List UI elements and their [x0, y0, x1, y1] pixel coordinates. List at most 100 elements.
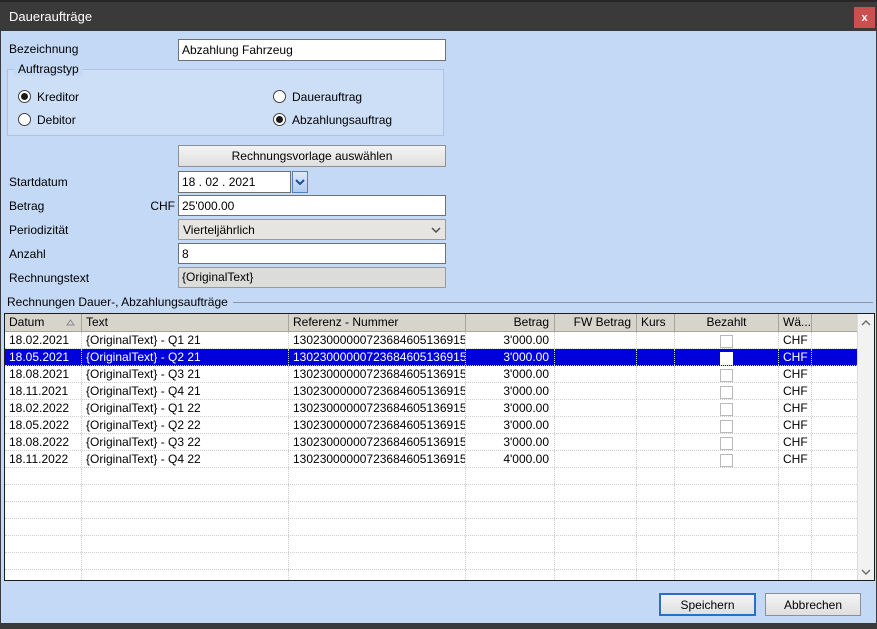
cell-filler	[812, 332, 857, 348]
startdatum-label: Startdatum	[9, 175, 68, 189]
table-row[interactable]: 18.02.2021{OriginalText} - Q1 2113023000…	[5, 332, 857, 349]
close-icon: x	[861, 12, 867, 24]
cell-filler	[812, 485, 857, 501]
periodizitaet-select[interactable]: Vierteljährlich	[178, 219, 446, 240]
radio-debitor-label: Debitor	[37, 113, 76, 127]
periodizitaet-value: Vierteljährlich	[183, 223, 431, 237]
cell-text	[82, 536, 289, 552]
table-row[interactable]: 18.11.2021{OriginalText} - Q4 2113023000…	[5, 383, 857, 400]
cell-text	[82, 570, 289, 580]
cell-text	[82, 519, 289, 535]
radio-kreditor-label: Kreditor	[37, 90, 79, 104]
cell-datum: 18.11.2021	[5, 383, 82, 399]
cell-referenz	[289, 553, 466, 569]
bezahlt-checkbox[interactable]	[720, 386, 733, 399]
column-header-fw-betrag[interactable]: FW Betrag	[555, 314, 637, 331]
invoice-table-header: Datum Text Referenz - Nummer Betrag FW B…	[5, 314, 857, 332]
column-header-betrag[interactable]: Betrag	[466, 314, 555, 331]
cell-kurs	[637, 519, 675, 535]
table-row[interactable]: 18.08.2022{OriginalText} - Q3 2213023000…	[5, 434, 857, 451]
cell-text	[82, 553, 289, 569]
bezahlt-checkbox[interactable]	[720, 352, 733, 365]
cell-referenz: 130230000007236846051369150	[289, 434, 466, 450]
cell-betrag	[466, 570, 555, 580]
cell-waehrung: CHF	[779, 434, 812, 450]
chevron-up-icon	[861, 320, 871, 326]
column-header-text[interactable]: Text	[82, 314, 289, 331]
table-row[interactable]: 18.08.2021{OriginalText} - Q3 2113023000…	[5, 366, 857, 383]
column-header-referenz[interactable]: Referenz - Nummer	[289, 314, 466, 331]
radio-debitor[interactable]	[18, 113, 31, 126]
cell-filler	[812, 400, 857, 416]
cell-kurs	[637, 485, 675, 501]
cell-bezahlt	[675, 383, 779, 399]
radio-abzahlungsauftrag[interactable]	[273, 113, 286, 126]
cell-waehrung: CHF	[779, 366, 812, 382]
cell-datum	[5, 485, 82, 501]
cell-betrag: 3'000.00	[466, 332, 555, 348]
cell-datum: 18.02.2021	[5, 332, 82, 348]
cell-datum: 18.02.2022	[5, 400, 82, 416]
cell-fw_betrag	[555, 553, 637, 569]
invoices-section-label: Rechnungen Dauer-, Abzahlungsaufträge	[7, 295, 228, 309]
startdatum-dropdown-button[interactable]	[292, 171, 308, 193]
anzahl-input[interactable]	[178, 243, 446, 264]
bezahlt-checkbox[interactable]	[720, 403, 733, 416]
radio-dauerauftrag[interactable]	[273, 90, 286, 103]
cell-kurs	[637, 434, 675, 450]
betrag-input[interactable]	[178, 195, 446, 216]
cell-filler	[812, 383, 857, 399]
startdatum-input[interactable]	[178, 171, 291, 193]
cell-betrag	[466, 468, 555, 484]
column-header-bezahlt[interactable]: Bezahlt	[675, 314, 779, 331]
cell-referenz: 130230000007236846051369150	[289, 451, 466, 467]
cell-fw_betrag	[555, 400, 637, 416]
cell-datum: 18.05.2022	[5, 417, 82, 433]
column-header-kurs[interactable]: Kurs	[637, 314, 675, 331]
scroll-down-button[interactable]	[858, 563, 874, 580]
cell-bezahlt	[675, 400, 779, 416]
save-button[interactable]: Speichern	[659, 593, 756, 616]
bezahlt-checkbox[interactable]	[720, 335, 733, 348]
bezeichnung-input[interactable]	[178, 39, 446, 61]
cell-datum	[5, 502, 82, 518]
cell-bezahlt	[675, 366, 779, 382]
bezahlt-checkbox[interactable]	[720, 437, 733, 450]
section-divider	[233, 302, 873, 303]
table-row-selected[interactable]: 18.05.2021{OriginalText} - Q2 2113023000…	[5, 349, 857, 366]
cell-waehrung	[779, 570, 812, 580]
cell-referenz: 130230000007236846051369150	[289, 383, 466, 399]
cell-fw_betrag	[555, 502, 637, 518]
bezahlt-checkbox[interactable]	[720, 454, 733, 467]
vertical-scrollbar[interactable]	[857, 314, 874, 580]
cell-filler	[812, 519, 857, 535]
cell-kurs	[637, 400, 675, 416]
table-row-empty	[5, 536, 857, 553]
anzahl-label: Anzahl	[9, 247, 46, 261]
cell-bezahlt	[675, 553, 779, 569]
cell-fw_betrag	[555, 383, 637, 399]
cell-text	[82, 485, 289, 501]
cell-betrag: 3'000.00	[466, 417, 555, 433]
rechnungsvorlage-button[interactable]: Rechnungsvorlage auswählen	[178, 145, 446, 167]
radio-kreditor[interactable]	[18, 90, 31, 103]
cell-betrag	[466, 502, 555, 518]
bezahlt-checkbox[interactable]	[720, 420, 733, 433]
cell-betrag: 3'000.00	[466, 383, 555, 399]
cell-kurs	[637, 553, 675, 569]
bezahlt-checkbox[interactable]	[720, 369, 733, 382]
scroll-up-button[interactable]	[858, 314, 874, 331]
close-button[interactable]: x	[854, 7, 875, 28]
table-row[interactable]: 18.05.2022{OriginalText} - Q2 2213023000…	[5, 417, 857, 434]
cell-filler	[812, 570, 857, 580]
invoices-section-header: Rechnungen Dauer-, Abzahlungsaufträge	[7, 295, 873, 309]
title-bar[interactable]: Daueraufträge x	[0, 0, 877, 31]
cell-fw_betrag	[555, 451, 637, 467]
table-row[interactable]: 18.02.2022{OriginalText} - Q1 2213023000…	[5, 400, 857, 417]
rechnungstext-field: {OriginalText}	[178, 267, 446, 288]
column-header-waehrung[interactable]: Wä...	[779, 314, 812, 331]
column-header-datum[interactable]: Datum	[5, 314, 82, 331]
cell-datum: 18.08.2021	[5, 366, 82, 382]
table-row[interactable]: 18.11.2022{OriginalText} - Q4 2213023000…	[5, 451, 857, 468]
cancel-button[interactable]: Abbrechen	[765, 593, 861, 616]
